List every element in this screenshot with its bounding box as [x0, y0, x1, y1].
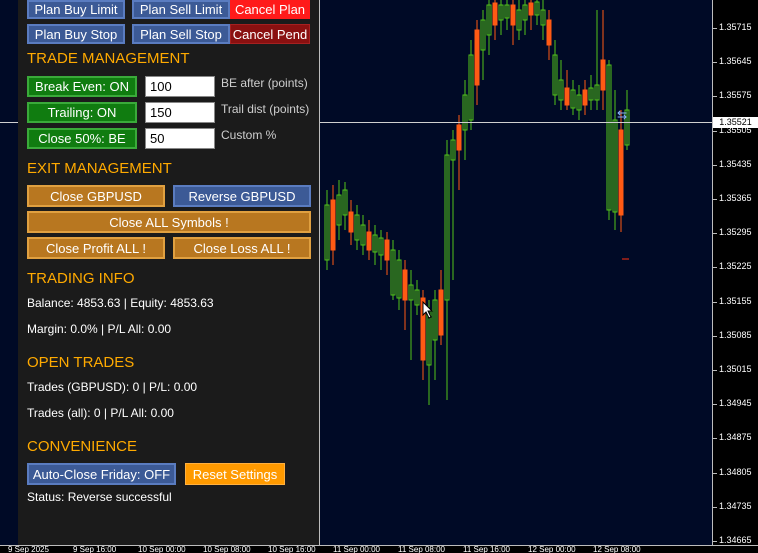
- price-axis-label: 1.34805: [719, 466, 752, 477]
- candle-body: [474, 29, 480, 86]
- price-axis-tick: [713, 541, 717, 542]
- crosshair-price-line: [320, 122, 712, 123]
- close-half-toggle[interactable]: Close 50%: BE: [27, 128, 137, 149]
- symbol-trades-text: Trades (GBPUSD): 0 | P/L: 0.00: [27, 380, 198, 394]
- current-price-tag: 1.35521: [713, 117, 758, 128]
- crosshair-price-line-left: [0, 122, 18, 123]
- price-axis-tick: [713, 62, 717, 64]
- candle-body: [384, 239, 390, 261]
- price-axis-label: 1.35435: [719, 158, 752, 169]
- candle-body: [348, 211, 354, 233]
- price-axis-label: 1.35015: [719, 364, 752, 374]
- custom-percent-input[interactable]: [145, 128, 215, 149]
- price-axis-label: 1.35575: [719, 90, 752, 101]
- price-axis-label: 1.34735: [719, 500, 752, 511]
- price-axis-tick: [713, 199, 717, 200]
- price-axis: 1.35715 1.35645 1.35575 1.35505 1.35435 1.353…: [712, 0, 758, 545]
- price-axis-label: 1.35085: [719, 329, 752, 340]
- price-axis-tick: [713, 28, 717, 29]
- price-axis-label: 1.34875: [719, 432, 752, 443]
- cancel-plan-button[interactable]: Cancel Plan: [230, 0, 310, 19]
- candle-body: [618, 129, 624, 216]
- candle-body: [402, 269, 408, 301]
- plan-sell-limit-button[interactable]: Plan Sell Limit: [132, 0, 230, 19]
- candle-body: [546, 19, 552, 46]
- price-axis-label: 1.35645: [719, 56, 752, 67]
- trade-management-heading: TRADE MANAGEMENT: [27, 50, 190, 67]
- auto-close-friday-toggle[interactable]: Auto-Close Friday: OFF: [27, 463, 176, 485]
- margin-pl-text: Margin: 0.0% | P/L All: 0.00: [27, 322, 172, 336]
- price-axis-tick: [713, 267, 717, 269]
- price-axis-label: 1.34945: [719, 398, 752, 409]
- price-axis-tick: [713, 301, 717, 303]
- price-axis-label: 1.35365: [719, 193, 752, 203]
- price-axis-tick: [713, 130, 717, 132]
- plan-buy-stop-button[interactable]: Plan Buy Stop: [27, 24, 125, 44]
- mouse-cursor-icon: [422, 301, 434, 319]
- trail-distance-input[interactable]: [145, 102, 215, 123]
- trail-dist-label: Trail dist (points): [221, 102, 310, 116]
- reset-settings-button[interactable]: Reset Settings: [185, 463, 285, 485]
- price-axis-label: 1.34665: [719, 535, 752, 545]
- plan-sell-stop-button[interactable]: Plan Sell Stop: [132, 24, 230, 44]
- candle-body: [564, 87, 570, 106]
- convenience-heading: CONVENIENCE: [27, 438, 138, 455]
- price-marker-icon: ⇆: [617, 108, 628, 122]
- open-trades-heading: OPEN TRADES: [27, 354, 135, 371]
- price-axis-label: 1.35295: [719, 227, 752, 238]
- trading-info-heading: TRADING INFO: [27, 270, 135, 287]
- candle-body: [582, 89, 588, 106]
- price-axis-tick: [713, 233, 717, 235]
- trade-panel: Plan Buy Limit Plan Sell Limit Cancel Pl…: [18, 0, 320, 545]
- status-text: Status: Reverse successful: [27, 490, 172, 504]
- candle-body: [510, 4, 516, 26]
- cancel-pend-button[interactable]: Cancel Pend: [230, 24, 310, 44]
- price-axis-tick: [713, 472, 717, 474]
- candle-body: [528, 2, 534, 16]
- trailing-toggle[interactable]: Trailing: ON: [27, 102, 137, 123]
- custom-percent-label: Custom %: [221, 128, 277, 142]
- price-axis-tick: [713, 164, 717, 166]
- price-axis-tick: [713, 404, 717, 406]
- price-axis-tick: [713, 96, 717, 98]
- price-axis-tick: [713, 506, 717, 508]
- be-points-input[interactable]: [145, 76, 215, 97]
- candle-body: [456, 124, 462, 151]
- close-profit-all-button[interactable]: Close Profit ALL !: [27, 237, 165, 259]
- price-axis-tick: [713, 370, 717, 371]
- reverse-symbol-button[interactable]: Reverse GBPUSD: [173, 185, 311, 207]
- candle-body: [492, 2, 498, 26]
- candle-body: [438, 289, 444, 336]
- price-axis-label: 1.35715: [719, 22, 752, 32]
- be-after-label: BE after (points): [221, 76, 308, 90]
- price-axis-label: 1.35155: [719, 295, 752, 306]
- close-loss-all-button[interactable]: Close Loss ALL !: [173, 237, 311, 259]
- all-trades-text: Trades (all): 0 | P/L All: 0.00: [27, 406, 174, 420]
- close-all-symbols-button[interactable]: Close ALL Symbols !: [27, 211, 311, 233]
- price-axis-label: 1.35225: [719, 261, 752, 272]
- price-axis-tick: [713, 438, 717, 440]
- break-even-toggle[interactable]: Break Even: ON: [27, 76, 137, 97]
- exit-management-heading: EXIT MANAGEMENT: [27, 160, 172, 177]
- candle-body: [330, 199, 336, 251]
- balance-equity-text: Balance: 4853.63 | Equity: 4853.63: [27, 296, 214, 310]
- plan-buy-limit-button[interactable]: Plan Buy Limit: [27, 0, 125, 19]
- price-axis-tick: [713, 335, 717, 337]
- candle-body: [600, 59, 606, 91]
- close-symbol-button[interactable]: Close GBPUSD: [27, 185, 165, 207]
- candle-body: [366, 231, 372, 251]
